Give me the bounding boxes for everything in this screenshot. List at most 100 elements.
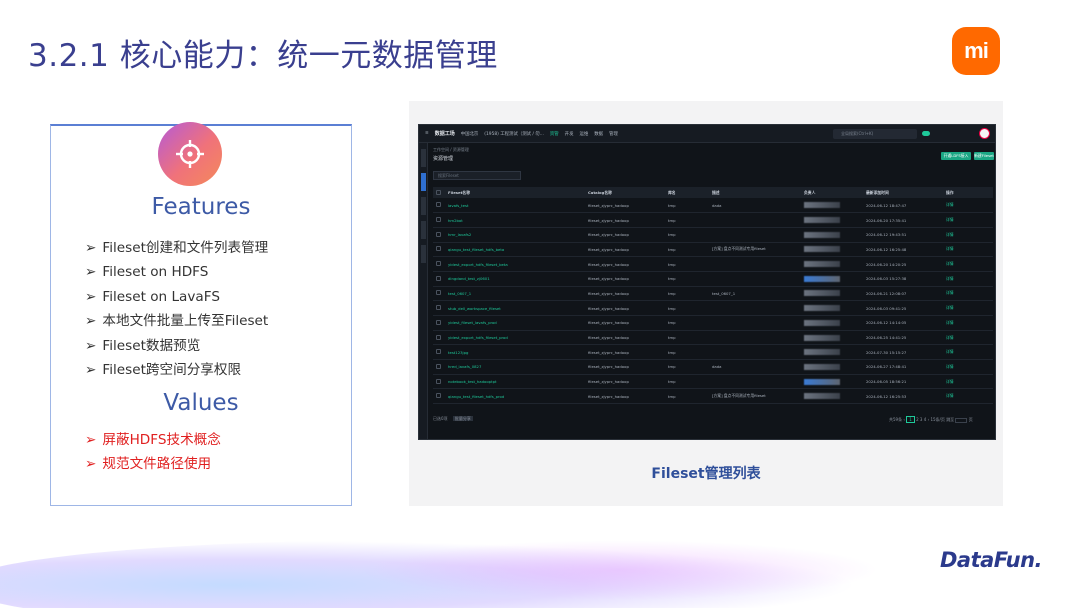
redacted-owner	[804, 231, 840, 238]
select-all-checkbox[interactable]	[436, 189, 441, 195]
row-checkbox[interactable]	[436, 349, 441, 355]
sidebar-item[interactable]	[421, 149, 426, 167]
fileset-name-link[interactable]: hmr_lavafs2	[445, 227, 585, 243]
theme-toggle[interactable]	[922, 131, 930, 136]
column-header[interactable]: 描述	[709, 187, 801, 198]
sidebar-item-active[interactable]	[421, 173, 426, 191]
detail-link[interactable]: 详情	[943, 212, 993, 228]
batch-share-button[interactable]: 批量分享	[452, 416, 473, 421]
fileset-name-link[interactable]: yidest_fileset_lavafs_prod	[445, 315, 585, 331]
detail-link[interactable]: 详情	[943, 330, 993, 346]
page-link[interactable]: 2	[916, 417, 919, 422]
nav-item-assets[interactable]: 资管	[550, 131, 559, 137]
nav-item-ops[interactable]: 运维	[579, 131, 588, 137]
time-cell: 2024-06-12 16:25:53	[863, 388, 943, 405]
detail-link[interactable]: 详情	[943, 256, 993, 272]
menu-icon[interactable]: ≡	[425, 131, 429, 136]
fileset-name-link[interactable]: hred_lavafs_0827	[445, 359, 585, 375]
table-row[interactable]: yidest_fileset_lavafs_prod fileset_zjyprc…	[433, 315, 993, 331]
column-header[interactable]: 库名	[665, 187, 709, 198]
detail-link[interactable]: 详情	[943, 227, 993, 243]
region-select[interactable]: 中国北京	[461, 131, 479, 137]
table-row[interactable]: test123jpg fileset_zjyprc_hadoop tmp 2024-0…	[433, 344, 993, 361]
detail-link[interactable]: 详情	[943, 198, 993, 214]
nav-item-admin[interactable]: 管理	[609, 131, 618, 137]
page-current[interactable]: 1	[906, 416, 915, 423]
open-ldfs-button[interactable]: 开通LDFS接入	[941, 152, 971, 160]
table-row[interactable]: stub_dell_workspace_fileset fileset_zjypr…	[433, 300, 993, 316]
page-size-select[interactable]: 15条/页	[930, 417, 944, 422]
detail-link[interactable]: 详情	[943, 242, 993, 258]
page-link[interactable]: 4	[924, 417, 927, 422]
fileset-name-link[interactable]: test_0607_1	[445, 286, 585, 302]
row-checkbox[interactable]	[436, 202, 441, 208]
detail-link[interactable]: 详情	[943, 286, 993, 302]
detail-link[interactable]: 详情	[943, 359, 993, 375]
row-checkbox[interactable]	[436, 378, 441, 384]
sidebar-item[interactable]	[421, 245, 426, 263]
detail-link[interactable]: 详情	[943, 315, 993, 331]
time-cell: 2024-06-03 15:27:38	[863, 271, 943, 287]
table-row[interactable]: hred_lavafs_0827 fileset_zjyprc_hadoop tmp…	[433, 359, 993, 375]
row-checkbox[interactable]	[436, 363, 441, 369]
next-page-icon[interactable]: ›	[928, 417, 930, 422]
app-brand: 数据工场	[434, 131, 455, 137]
time-cell: 2024-06-03 09:41:25	[863, 300, 943, 316]
table-row[interactable]: qiangu_test_fileset_hdfs_prod fileset_zjy…	[433, 388, 993, 405]
nav-item-dev[interactable]: 开发	[565, 131, 574, 137]
sidebar-item[interactable]	[421, 197, 426, 215]
batch-bar: 已选0项 批量分享	[433, 416, 473, 422]
fileset-name-link[interactable]: notebook_test_hadooptpt	[445, 374, 585, 390]
goto-input[interactable]	[955, 417, 968, 423]
fileset-name-link[interactable]: dingdand_test_zj0601	[445, 271, 585, 287]
table-row[interactable]: yidest_export_hdfs_fileset_beta fileset_z…	[433, 256, 993, 272]
fileset-name-link[interactable]: yidest_export_hdfs_fileset_beta	[445, 256, 585, 272]
fileset-name-link[interactable]: stub_dell_workspace_fileset	[445, 300, 585, 316]
column-header[interactable]: 操作	[943, 187, 993, 198]
table-row[interactable]: test_0607_1 fileset_zjyprc_hadoop tmp test_…	[433, 286, 993, 302]
prev-page-icon[interactable]: ‹	[903, 417, 905, 422]
table-row[interactable]: qiangu_test_fileset_hdfs_beta fileset_zjy…	[433, 242, 993, 258]
column-header[interactable]: 最新添加时间	[863, 187, 943, 198]
row-checkbox[interactable]	[436, 275, 441, 281]
table-row[interactable]: dingdand_test_zj0601 fileset_zjyprc_hadoo…	[433, 271, 993, 287]
row-checkbox[interactable]	[436, 217, 441, 223]
column-header[interactable]: Catalog名称	[585, 187, 665, 198]
new-fileset-button[interactable]: 新建Fileset	[974, 152, 994, 160]
row-checkbox[interactable]	[436, 261, 441, 267]
fileset-name-link[interactable]: qiangu_test_fileset_hdfs_beta	[445, 242, 585, 258]
table-row[interactable]: yidest_export_hdfs_fileset_prod fileset_z…	[433, 330, 993, 346]
detail-link[interactable]: 详情	[943, 300, 993, 316]
table-row[interactable]: hmr_lavafs2 fileset_zjyprc_hadoop tmp 2024-…	[433, 227, 993, 243]
table-row[interactable]: lavafs_test fileset_zjyprc_hadoop tmp dada 2…	[433, 198, 993, 214]
fileset-name-link[interactable]: yidest_export_hdfs_fileset_prod	[445, 330, 585, 346]
row-checkbox[interactable]	[436, 305, 441, 311]
row-checkbox[interactable]	[436, 231, 441, 237]
detail-link[interactable]: 详情	[943, 388, 993, 405]
page-link[interactable]: 3	[920, 417, 923, 422]
table-row[interactable]: notebook_test_hadooptpt fileset_zjyprc_ha…	[433, 374, 993, 390]
fileset-search-input[interactable]: 搜索Fileset	[433, 171, 521, 180]
fileset-name-link[interactable]: hm2bot	[445, 212, 585, 228]
detail-link[interactable]: 详情	[943, 374, 993, 390]
sidebar-item[interactable]	[421, 221, 426, 239]
row-checkbox[interactable]	[436, 393, 441, 399]
detail-link[interactable]: 详情	[943, 271, 993, 287]
row-checkbox[interactable]	[436, 246, 441, 252]
row-checkbox[interactable]	[436, 319, 441, 325]
db-cell: tmp	[665, 227, 709, 243]
row-checkbox[interactable]	[436, 290, 441, 296]
column-header[interactable]: Fileset名称	[445, 187, 585, 198]
nav-item-data[interactable]: 数据	[594, 131, 603, 137]
column-header[interactable]: 负责人	[801, 187, 863, 198]
workspace-select[interactable]: (1958) 工程测试（测试 / 勿...	[484, 131, 544, 137]
row-checkbox[interactable]	[436, 334, 441, 340]
avatar[interactable]	[979, 128, 990, 139]
fileset-name-link[interactable]: lavafs_test	[445, 198, 585, 214]
fileset-name-link[interactable]: qiangu_test_fileset_hdfs_prod	[445, 388, 585, 405]
global-search-input[interactable]: 全局搜索(Ctrl+K)	[833, 129, 917, 139]
goto-label: 跳至	[946, 417, 955, 422]
table-row[interactable]: hm2bot fileset_zjyprc_hadoop tmp 2024-06-20…	[433, 212, 993, 228]
detail-link[interactable]: 详情	[943, 344, 993, 361]
fileset-name-link[interactable]: test123jpg	[445, 344, 585, 361]
